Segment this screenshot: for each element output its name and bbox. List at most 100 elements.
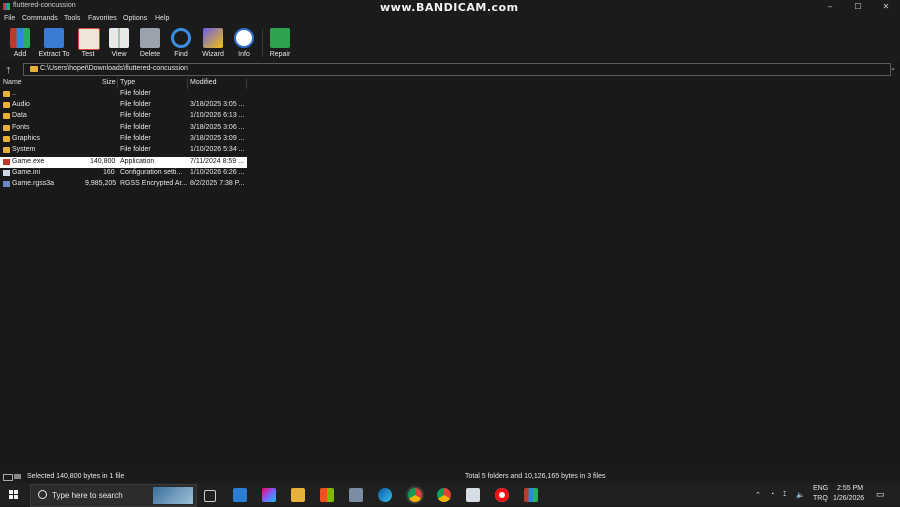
record-icon[interactable] [495, 488, 509, 502]
path-text: C:\Users\hopet\Downloads\fluttered-concu… [40, 65, 188, 72]
file-name: .. [12, 90, 16, 97]
list-item[interactable]: Audio File folder 3/18/2025 3:05 ... [0, 100, 247, 111]
find-button[interactable]: Find [163, 26, 199, 60]
menu-help[interactable]: Help [155, 15, 169, 22]
extract-to-label: Extract To [38, 51, 70, 58]
file-name: Graphics [12, 135, 41, 142]
file-type: File folder [120, 101, 151, 108]
chrome-icon[interactable] [437, 488, 451, 502]
list-item[interactable]: .. File folder [0, 89, 247, 100]
repair-button[interactable]: Repair [262, 26, 298, 60]
folder-icon [3, 113, 10, 119]
col-size[interactable]: Size [102, 79, 116, 86]
extract-to-button[interactable]: Extract To [36, 26, 72, 60]
col-type[interactable]: Type [120, 79, 135, 86]
screen-icon[interactable] [349, 488, 363, 502]
start-button[interactable] [9, 490, 19, 500]
toolbar: Add Extract To Test View Delete Find Wiz… [0, 25, 900, 61]
chevron-up-icon[interactable]: ⌃ [755, 491, 761, 499]
column-header: Name Size Type Modified [0, 78, 247, 89]
minimize-button[interactable]: – [816, 0, 844, 13]
network-icon[interactable]: ◔ [770, 491, 774, 498]
file-modified: 1/10/2026 5:34 ... [190, 146, 245, 153]
winrar-icon[interactable] [524, 488, 538, 502]
file-name: Game.exe [12, 158, 45, 165]
folder-icon [3, 136, 10, 142]
file-name: Data [12, 112, 27, 119]
edge-icon[interactable] [378, 488, 392, 502]
list-item[interactable]: Fonts File folder 3/18/2025 3:06 ... [0, 123, 247, 134]
list-item[interactable]: Game.rgss3a 9,985,205 RGSS Encrypted Ar.… [0, 179, 247, 190]
lang-line-1[interactable]: ENG [813, 485, 828, 492]
menu-file[interactable]: File [4, 15, 15, 22]
status-bar: Selected 140,800 bytes in 1 file Total 5… [0, 471, 900, 483]
find-label: Find [174, 51, 188, 58]
file-modified: 1/10/2026 6:26 ... [190, 169, 245, 176]
menu-bar: File Commands Tools Favorites Options He… [0, 13, 900, 25]
taskbar-search[interactable]: Type here to search [30, 484, 197, 507]
magnifier-icon [171, 28, 191, 48]
clipboard-check-icon [78, 28, 100, 50]
add-button[interactable]: Add [2, 26, 38, 60]
address-bar: 🡑 C:\Users\hopet\Downloads\fluttered-con… [0, 62, 900, 76]
info-label: Info [238, 51, 250, 58]
file-type: File folder [120, 90, 151, 97]
status-selection: Selected 140,800 bytes in 1 file [27, 473, 125, 480]
file-type: File folder [120, 112, 151, 119]
menu-tools[interactable]: Tools [64, 15, 80, 22]
ime-icon[interactable]: ꕯ [783, 491, 787, 499]
exe-icon [3, 159, 10, 165]
file-type: File folder [120, 124, 151, 131]
column-divider[interactable] [187, 78, 188, 89]
column-divider[interactable] [246, 78, 247, 89]
chevron-down-icon[interactable]: ⌄ [890, 64, 896, 72]
file-modified: 3/18/2025 3:06 ... [190, 124, 245, 131]
file-name: Game.rgss3a [12, 180, 55, 187]
list-item[interactable]: Graphics File folder 3/18/2025 3:09 ... [0, 134, 247, 145]
folder-icon [30, 66, 38, 72]
store-icon[interactable] [320, 488, 334, 502]
drive-icon[interactable] [466, 488, 480, 502]
file-explorer-icon[interactable] [291, 488, 305, 502]
up-arrow-icon[interactable]: 🡑 [6, 63, 11, 79]
add-label: Add [13, 51, 27, 58]
drive-icon [14, 474, 21, 479]
list-item[interactable]: Data File folder 1/10/2026 6:13 ... [0, 111, 247, 122]
notification-icon[interactable]: ▭ [876, 489, 885, 500]
file-size: 9,985,205 [85, 180, 117, 187]
list-item[interactable]: System File folder 1/10/2026 5:34 ... [0, 145, 247, 156]
column-divider[interactable] [117, 78, 118, 89]
path-field[interactable]: C:\Users\hopet\Downloads\fluttered-concu… [23, 63, 891, 76]
clock-time[interactable]: 2:55 PM [837, 485, 863, 492]
info-icon [234, 28, 254, 48]
search-placeholder: Type here to search [52, 491, 123, 500]
lang-line-2[interactable]: TRQ [813, 495, 828, 502]
file-type: Configuration setti... [120, 169, 183, 176]
file-modified: 3/18/2025 3:05 ... [190, 101, 245, 108]
menu-favorites[interactable]: Favorites [88, 15, 117, 22]
menu-commands[interactable]: Commands [22, 15, 58, 22]
file-size: 140,800 [90, 158, 116, 165]
volume-icon[interactable]: 🔈 [796, 491, 805, 499]
search-icon [38, 490, 47, 499]
repair-label: Repair [269, 51, 291, 58]
mail-icon[interactable] [233, 488, 247, 502]
menu-options[interactable]: Options [123, 15, 147, 22]
clock-date[interactable]: 1/26/2026 [833, 495, 864, 502]
window-title: fluttered-concussion [13, 2, 76, 9]
col-modified[interactable]: Modified [190, 79, 216, 86]
list-item-selected[interactable]: Game.exe 140,800 Application 7/11/2024 8… [0, 157, 247, 168]
taskbar: Type here to search ⌃ ◔ ꕯ 🔈 ENG TRQ 2:55… [0, 483, 900, 507]
file-modified: 8/2/2025 7:38 P... [190, 180, 245, 187]
task-view-icon[interactable] [204, 490, 216, 502]
col-name[interactable]: Name [3, 79, 22, 86]
maximize-button[interactable]: ☐ [844, 0, 872, 13]
book-view-icon [109, 28, 129, 48]
copilot-icon[interactable] [262, 488, 276, 502]
file-modified: 7/11/2024 8:59 ... [190, 158, 244, 165]
info-button[interactable]: Info [226, 26, 262, 60]
file-type: File folder [120, 135, 151, 142]
list-item[interactable]: Game.ini 160 Configuration setti... 1/10… [0, 168, 247, 179]
chrome-icon[interactable] [408, 488, 422, 502]
close-button[interactable]: ✕ [872, 0, 900, 13]
